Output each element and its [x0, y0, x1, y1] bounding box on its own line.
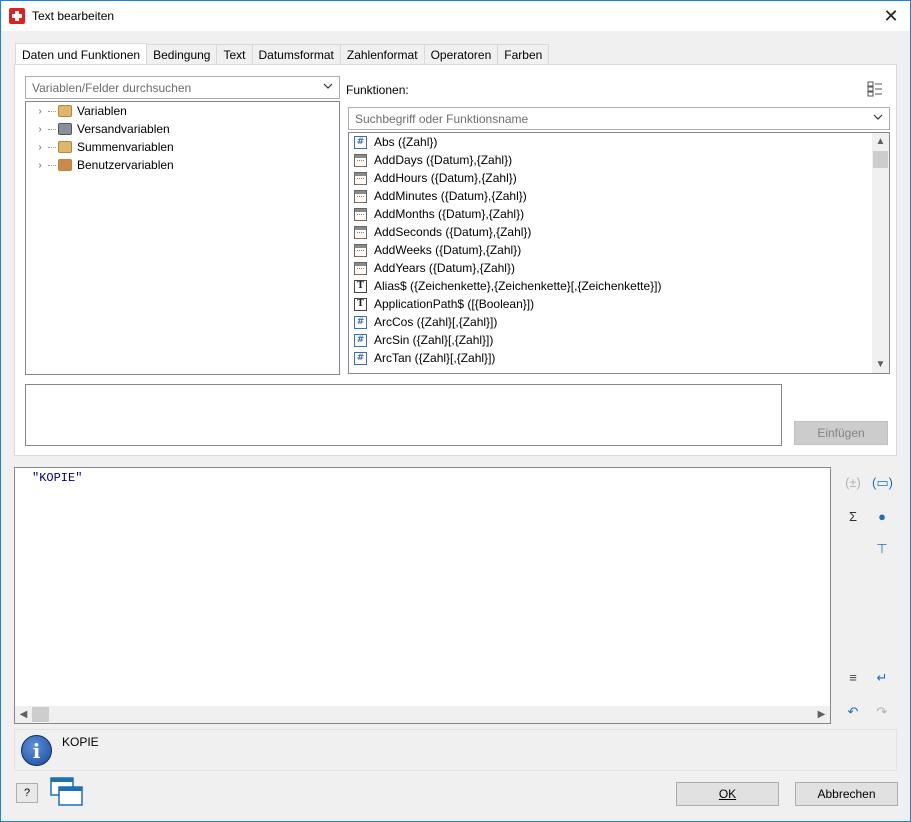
- functions-search-placeholder: Suchbegriff oder Funktionsname: [355, 112, 529, 126]
- dialog-window: Text bearbeiten ✕ Daten und Funktionen B…: [0, 0, 911, 822]
- tree-item-benutzervariablen[interactable]: › Benutzervariablen: [26, 156, 174, 174]
- sum-variables-icon: [58, 141, 72, 153]
- list-item[interactable]: AddMinutes ({Datum},{Zahl}): [354, 187, 527, 205]
- text-function-icon: T: [354, 279, 367, 293]
- insert-brackets-icon[interactable]: (▭): [872, 473, 893, 493]
- window-title: Text bearbeiten: [32, 9, 115, 23]
- app-icon: [9, 8, 25, 24]
- shipping-variables-icon: [58, 123, 72, 135]
- variables-search-placeholder: Variablen/Felder durchsuchen: [32, 81, 192, 95]
- tab-datumsformat[interactable]: Datumsformat: [251, 44, 341, 65]
- functions-list: # Abs ({Zahl}) AddDays ({Datum},{Zahl}) A…: [348, 132, 890, 374]
- date-function-icon: [354, 189, 367, 203]
- insert-button[interactable]: Einfügen: [794, 421, 888, 445]
- cancel-button[interactable]: Abbrechen: [795, 782, 898, 806]
- tree-item-label: Benutzervariablen: [77, 158, 174, 172]
- user-variables-icon: [58, 159, 72, 171]
- list-item[interactable]: T Alias$ ({Zeichenkette},{Zeichenkette}[,…: [354, 277, 662, 295]
- scroll-thumb[interactable]: [873, 151, 888, 168]
- number-function-icon: #: [354, 351, 367, 365]
- expand-arrow-icon[interactable]: ›: [32, 124, 48, 135]
- function-description: [25, 384, 782, 446]
- users-icon[interactable]: ●: [872, 507, 892, 527]
- expand-arrow-icon[interactable]: ›: [32, 142, 48, 153]
- tree-item-label: Variablen: [77, 104, 127, 118]
- functions-label: Funktionen:: [346, 83, 409, 97]
- variables-search-input[interactable]: Variablen/Felder durchsuchen: [25, 76, 340, 99]
- tree-item-versandvariablen[interactable]: › Versandvariablen: [26, 120, 170, 138]
- number-function-icon: #: [354, 333, 367, 347]
- list-item[interactable]: AddSeconds ({Datum},{Zahl}): [354, 223, 531, 241]
- expand-arrow-icon[interactable]: ›: [32, 106, 48, 117]
- number-function-icon: #: [354, 315, 367, 329]
- tab-farben[interactable]: Farben: [497, 44, 550, 65]
- date-function-icon: [354, 261, 367, 275]
- tree-item-variablen[interactable]: › Variablen: [26, 102, 127, 120]
- date-function-icon: [354, 207, 367, 221]
- info-text: KOPIE: [62, 735, 99, 749]
- view-toggle-icon[interactable]: [867, 81, 883, 97]
- tab-zahlenformat[interactable]: Zahlenformat: [339, 44, 425, 65]
- scroll-up-icon[interactable]: ▲: [872, 133, 889, 150]
- date-function-icon: [354, 243, 367, 257]
- text-function-icon: T: [354, 297, 367, 311]
- expand-arrow-icon[interactable]: ›: [32, 160, 48, 171]
- list-item[interactable]: # Abs ({Zahl}): [354, 133, 437, 151]
- tab-operatoren[interactable]: Operatoren: [423, 44, 499, 65]
- list-item[interactable]: AddDays ({Datum},{Zahl}): [354, 151, 512, 169]
- tab-daten-und-funktionen[interactable]: Daten und Funktionen: [15, 43, 148, 65]
- list-item[interactable]: # ArcSin ({Zahl}[,{Zahl}]): [354, 331, 493, 349]
- date-function-icon: [354, 153, 367, 167]
- editor-content[interactable]: "KOPIE": [32, 471, 82, 485]
- list-item[interactable]: # ArcTan ({Zahl}[,{Zahl}]): [354, 349, 495, 367]
- variables-icon: [58, 105, 72, 117]
- tab-text[interactable]: Text: [216, 44, 253, 65]
- tab-strip: Daten und Funktionen Bedingung Text Datu…: [15, 43, 550, 65]
- tab-bedingung[interactable]: Bedingung: [146, 44, 218, 65]
- editor-h-scrollbar[interactable]: ◀ ▶: [15, 706, 830, 723]
- scroll-down-icon[interactable]: ▼: [872, 356, 889, 373]
- sum-icon[interactable]: Σ: [843, 507, 863, 527]
- list-item[interactable]: AddMonths ({Datum},{Zahl}): [354, 205, 524, 223]
- functions-scrollbar[interactable]: ▲ ▼: [872, 133, 889, 373]
- tree-item-summenvariablen[interactable]: › Summenvariablen: [26, 138, 174, 156]
- functions-search-input[interactable]: Suchbegriff oder Funktionsname: [348, 107, 890, 130]
- list-item[interactable]: AddYears ({Datum},{Zahl}): [354, 259, 515, 277]
- tree-item-label: Versandvariablen: [77, 122, 170, 136]
- align-right-icon[interactable]: ≡: [843, 668, 863, 688]
- scroll-right-icon[interactable]: ▶: [813, 706, 830, 723]
- wrap-text-icon[interactable]: ↵: [872, 668, 892, 688]
- expression-editor[interactable]: "KOPIE" ◀ ▶: [14, 467, 831, 724]
- list-item[interactable]: AddWeeks ({Datum},{Zahl}): [354, 241, 521, 259]
- chevron-down-icon: [323, 83, 333, 89]
- date-function-icon: [354, 225, 367, 239]
- redo-icon[interactable]: ↷: [872, 702, 892, 722]
- scroll-left-icon[interactable]: ◀: [15, 706, 32, 723]
- scroll-thumb[interactable]: [32, 707, 49, 722]
- title-bar: Text bearbeiten ✕: [1, 1, 910, 31]
- windows-icon[interactable]: [50, 777, 84, 807]
- filter-icon[interactable]: ⊤: [872, 539, 892, 559]
- info-icon: i: [21, 735, 52, 766]
- list-item[interactable]: AddHours ({Datum},{Zahl}): [354, 169, 517, 187]
- help-button[interactable]: ?: [16, 783, 38, 803]
- close-icon[interactable]: ✕: [880, 5, 902, 27]
- list-item[interactable]: T ApplicationPath$ ([{Boolean}]): [354, 295, 534, 313]
- number-function-icon: #: [354, 135, 367, 149]
- undo-icon[interactable]: ↶: [843, 702, 863, 722]
- variables-tree: › Variablen › Versandvariablen › Summenv…: [25, 101, 340, 375]
- list-item[interactable]: # ArcCos ({Zahl}[,{Zahl}]): [354, 313, 497, 331]
- chevron-down-icon: [873, 114, 883, 120]
- tree-item-label: Summenvariablen: [77, 140, 174, 154]
- insert-parentheses-icon[interactable]: (±): [843, 473, 863, 493]
- ok-button[interactable]: OK: [676, 782, 779, 806]
- date-function-icon: [354, 171, 367, 185]
- info-panel: i KOPIE: [14, 729, 897, 771]
